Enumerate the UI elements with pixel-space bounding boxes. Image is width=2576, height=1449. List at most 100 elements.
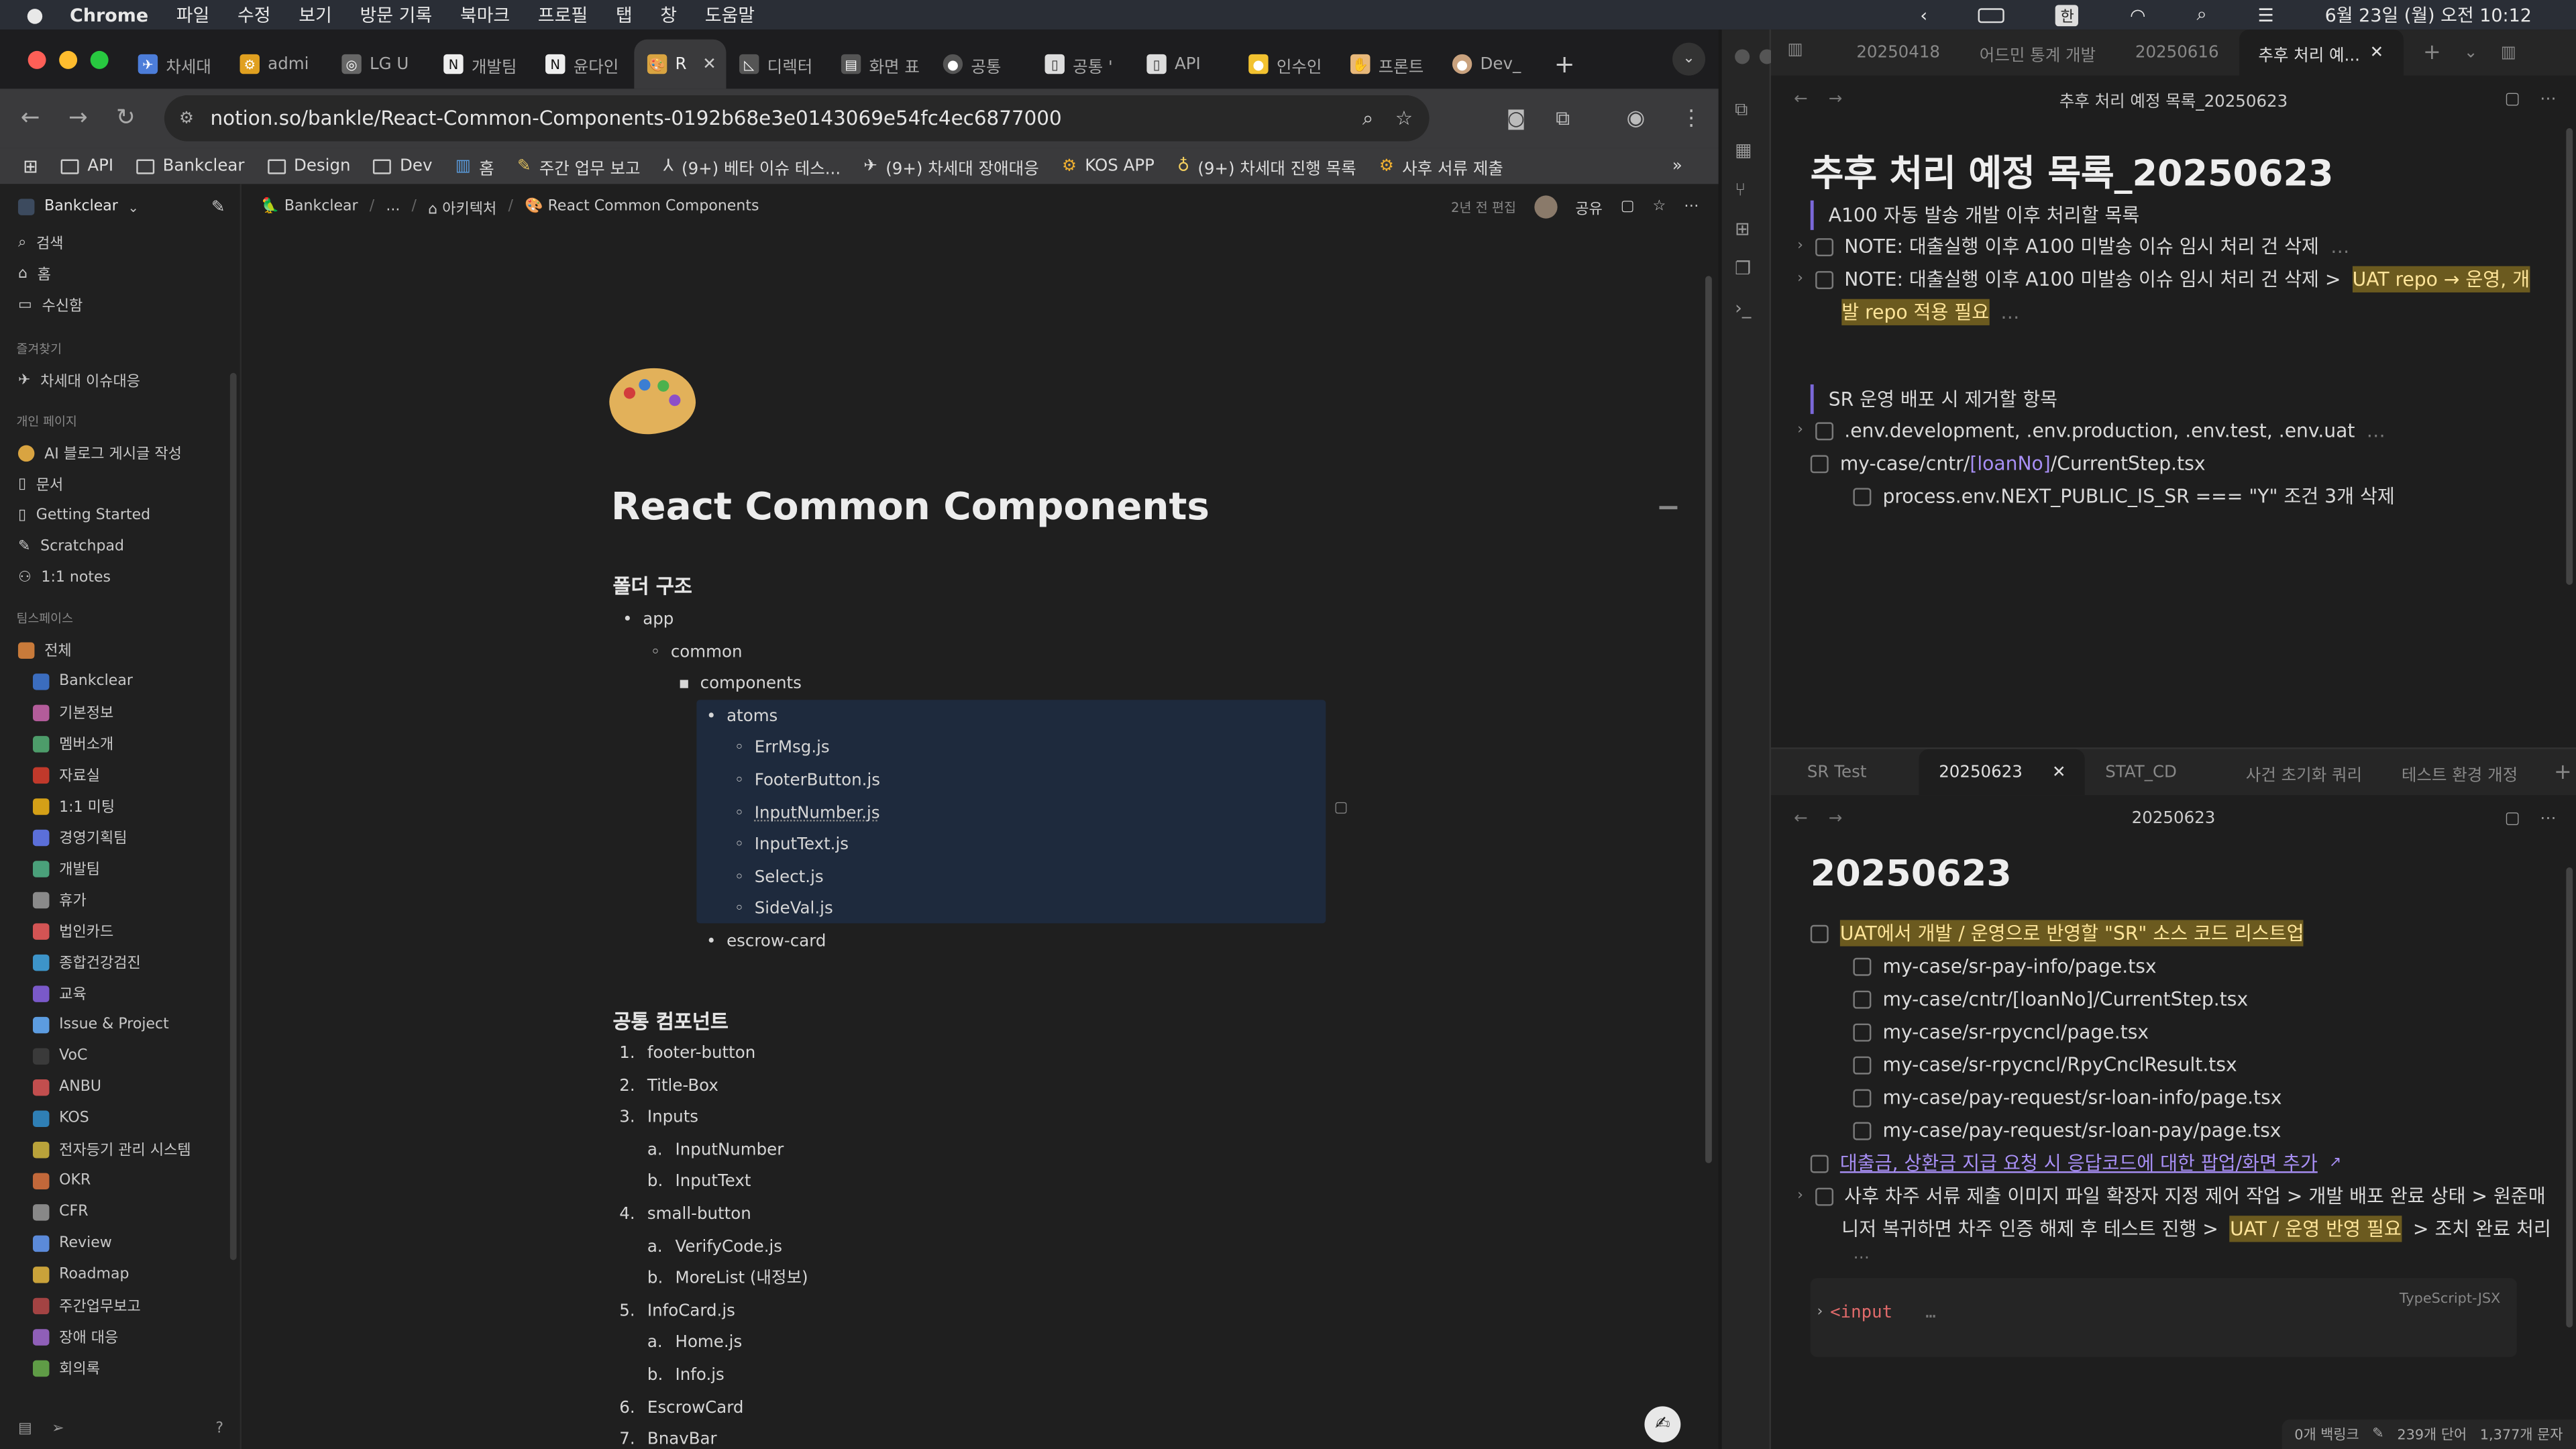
more-options-icon[interactable]: ⋯ bbox=[2540, 809, 2556, 827]
sidebar-item-teamspace[interactable]: 교육 bbox=[0, 977, 240, 1009]
sidebar-item-teamspace[interactable]: 휴가 bbox=[0, 884, 240, 916]
calendar-icon[interactable]: ▦ bbox=[1735, 140, 1752, 161]
favorite-star-icon[interactable]: ☆ bbox=[1652, 199, 1666, 215]
note-tab-active[interactable]: 20250623 ✕ bbox=[1919, 749, 2086, 796]
external-link[interactable]: 대출금, 상환금 지급 요청 시 응답코드에 대한 팝업/화면 추가 bbox=[1840, 1150, 2318, 1176]
top-scrollbar[interactable] bbox=[2566, 128, 2573, 585]
avatar[interactable] bbox=[1534, 195, 1558, 219]
task-checkbox[interactable] bbox=[1815, 237, 1833, 256]
browser-tab-active[interactable]: 🎨 R ✕ bbox=[634, 39, 727, 89]
browser-tab[interactable]: ✈ 차세대 bbox=[125, 40, 227, 89]
sidebar-item-teamspace[interactable]: ANBU bbox=[0, 1071, 240, 1103]
tab-list-icon[interactable]: ⌄ bbox=[2464, 44, 2478, 62]
note-tab[interactable]: 테스트 환경 개정 bbox=[2381, 749, 2537, 796]
sidebar-item-teamspace[interactable]: OKR bbox=[0, 1165, 240, 1196]
breadcrumb-architecture[interactable]: ⌂ 아키텍처 bbox=[428, 197, 496, 217]
task-checkbox[interactable] bbox=[1815, 1187, 1833, 1205]
apple-icon[interactable]: ● bbox=[26, 3, 44, 26]
new-tab-icon[interactable]: + bbox=[2554, 760, 2572, 785]
close-tab-icon[interactable]: ✕ bbox=[2052, 763, 2066, 782]
sidebar-item-teamspace[interactable]: 장애 대응 bbox=[0, 1321, 240, 1352]
profile-icon[interactable]: ◉ bbox=[1626, 106, 1645, 131]
sidebar-item-teamspace[interactable]: VoC bbox=[0, 1040, 240, 1071]
fold-chevron-icon[interactable]: › bbox=[1797, 238, 1803, 254]
new-tab-button[interactable]: + bbox=[1541, 40, 1587, 89]
url-bar[interactable]: ⚙ notion.so/bankle/React-Common-Componen… bbox=[164, 95, 1430, 142]
page-title[interactable]: React Common Components bbox=[611, 486, 1210, 529]
sidebar-item-private[interactable]: ▯ 문서 bbox=[0, 468, 240, 500]
menu-item-window[interactable]: 창 bbox=[660, 1, 677, 28]
browser-tab[interactable]: ▯ 공통 ' bbox=[1032, 40, 1134, 89]
comment-icon[interactable]: ▢ bbox=[1334, 800, 1348, 816]
more-bookmarks-icon[interactable]: » bbox=[1672, 157, 1682, 175]
task-checkbox[interactable] bbox=[1815, 270, 1833, 288]
task-checkbox[interactable] bbox=[1815, 421, 1833, 440]
apps-icon[interactable]: ⊞ bbox=[23, 155, 38, 176]
back-icon[interactable]: ← bbox=[1794, 809, 1808, 827]
task-checkbox[interactable] bbox=[1853, 1121, 1872, 1140]
backlink-count[interactable]: 0개 백링크 bbox=[2294, 1424, 2359, 1444]
minimize-window-button[interactable] bbox=[59, 50, 78, 69]
sidebar-item-teamspace[interactable]: 주간업무보고 bbox=[0, 1289, 240, 1321]
reading-view-icon[interactable]: ▢ bbox=[2505, 89, 2520, 107]
zoom-icon[interactable]: ⌕ bbox=[1362, 106, 1373, 131]
breadcrumb-ellipsis[interactable]: ... bbox=[386, 199, 400, 215]
files-icon[interactable]: ⧉ bbox=[1735, 99, 1752, 121]
reload-icon[interactable]: ↻ bbox=[102, 105, 150, 131]
sidebar-item-teamspace[interactable]: Review bbox=[0, 1227, 240, 1258]
menu-item-edit[interactable]: 수정 bbox=[237, 1, 271, 28]
bookmark-link[interactable]: ⚙ 사후 서류 제출 bbox=[1379, 154, 1503, 178]
close-window-button[interactable] bbox=[1735, 49, 1750, 64]
notion-ai-button[interactable]: ✍ bbox=[1644, 1406, 1681, 1443]
fold-chevron-icon[interactable]: › bbox=[1797, 1188, 1803, 1204]
page-scrollbar[interactable] bbox=[1705, 276, 1712, 1163]
browser-tab[interactable]: ● Dev_ bbox=[1439, 40, 1541, 89]
close-window-button[interactable] bbox=[28, 50, 46, 69]
zoom-window-button[interactable] bbox=[90, 50, 109, 69]
camera-icon[interactable]: ◙ bbox=[1507, 107, 1526, 129]
sidebar-toggle-icon[interactable]: ▥ bbox=[1787, 41, 1803, 59]
note-tab[interactable]: SR Test bbox=[1787, 749, 1886, 796]
note-tab[interactable]: STAT_CD bbox=[2086, 749, 2196, 796]
bookmark-link[interactable]: ⚙ KOS APP bbox=[1062, 157, 1155, 175]
breadcrumb-current[interactable]: 🎨 React Common Components bbox=[525, 199, 759, 215]
fold-chevron-icon[interactable]: › bbox=[1815, 1304, 1824, 1320]
bookmark-link[interactable]: ✈ (9+) 차세대 장애대응 bbox=[863, 154, 1038, 178]
sidebar-item-teamspace[interactable]: 1:1 미팅 bbox=[0, 790, 240, 822]
breadcrumb-bankclear[interactable]: 🦜 Bankclear bbox=[261, 199, 358, 215]
more-options-icon[interactable]: ⋯ bbox=[1684, 199, 1699, 215]
menu-item-bookmarks[interactable]: 북마크 bbox=[460, 1, 510, 28]
browser-tab[interactable]: ● 인수인 bbox=[1236, 40, 1338, 89]
code-block[interactable]: TypeScript-JSX › <input … bbox=[1810, 1278, 2517, 1357]
sidebar-item-teamspace[interactable]: 전체 bbox=[0, 634, 240, 665]
task-checkbox[interactable] bbox=[1853, 1088, 1872, 1107]
forward-icon[interactable]: → bbox=[1829, 809, 1843, 827]
chrome-menu-icon[interactable]: ⋮ bbox=[1680, 106, 1702, 131]
sidebar-item-teamspace[interactable]: Issue & Project bbox=[0, 1009, 240, 1040]
sidebar-inbox[interactable]: ▭ 수신함 bbox=[0, 289, 240, 321]
new-page-icon[interactable]: ✎ bbox=[211, 198, 225, 216]
browser-tab[interactable]: ⚙ admi bbox=[227, 40, 329, 89]
menu-item-view[interactable]: 보기 bbox=[299, 1, 332, 28]
edit-icon[interactable]: ✎ bbox=[2372, 1426, 2383, 1442]
search-icon[interactable]: ⌕ bbox=[2196, 3, 2206, 26]
note-tab[interactable]: 20250616 bbox=[2115, 30, 2238, 76]
sidebar-scrollbar[interactable] bbox=[229, 372, 237, 1260]
sidebar-item-teamspace[interactable]: 기본정보 bbox=[0, 696, 240, 728]
task-checkbox[interactable] bbox=[1853, 1022, 1872, 1041]
bottom-scrollbar[interactable] bbox=[2566, 867, 2573, 1328]
sidebar-item-teamspace[interactable]: 경영기획팀 bbox=[0, 821, 240, 853]
sidebar-item-teamspace[interactable]: 전자등기 관리 시스템 bbox=[0, 1134, 240, 1165]
chevron-left-icon[interactable]: ‹ bbox=[1920, 4, 1927, 25]
page-icon-palette[interactable] bbox=[603, 360, 701, 442]
sidebar-item-teamspace[interactable]: CFR bbox=[0, 1196, 240, 1228]
sidebar-item-favorite[interactable]: ✈ 차세대 이슈대응 bbox=[0, 365, 240, 396]
bookmark-folder[interactable]: Dev bbox=[373, 157, 432, 175]
browser-tab[interactable]: ▯ API bbox=[1134, 40, 1236, 89]
menu-item-history[interactable]: 방문 기록 bbox=[360, 1, 432, 28]
sidebar-item-teamspace[interactable]: 법인카드 bbox=[0, 915, 240, 947]
task-checkbox[interactable] bbox=[1853, 487, 1872, 506]
send-icon[interactable]: ➢ bbox=[52, 1421, 64, 1437]
note-title[interactable]: 추후 처리 예정 목록_20250623 bbox=[1811, 145, 2576, 201]
sidebar-item-teamspace[interactable]: 회의록 bbox=[0, 1352, 240, 1384]
